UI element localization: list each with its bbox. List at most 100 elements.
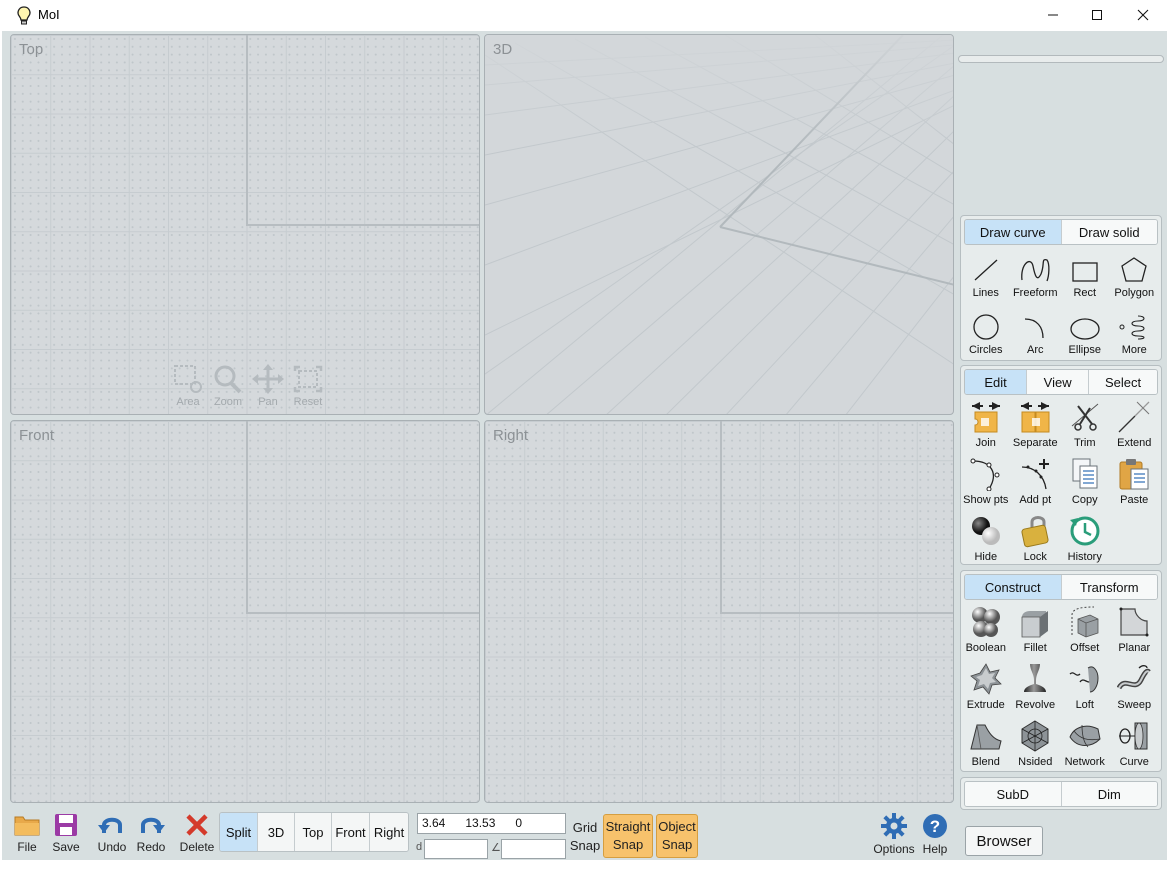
- tab-edit[interactable]: Edit: [965, 370, 1028, 394]
- nsided-tool[interactable]: Nsided: [1011, 714, 1061, 771]
- save-button[interactable]: Save: [44, 813, 88, 854]
- viewport-front[interactable]: Front: [10, 420, 480, 803]
- tool-label: Sweep: [1117, 699, 1152, 711]
- viewport-top[interactable]: Top Area Zoom Pan Reset: [10, 34, 480, 415]
- help-icon: ?: [923, 814, 947, 838]
- sweep-tool[interactable]: Sweep: [1110, 657, 1160, 714]
- separate-tool[interactable]: Separate: [1011, 395, 1061, 452]
- show-pts-tool[interactable]: Show pts: [961, 452, 1011, 509]
- boolean-tool[interactable]: Boolean: [961, 600, 1011, 657]
- lines-tool[interactable]: Lines: [961, 245, 1011, 302]
- options-label: Options: [873, 842, 915, 856]
- extrude-icon: [969, 663, 1002, 695]
- revolve-tool[interactable]: Revolve: [1011, 657, 1061, 714]
- construct-tools: Boolean Fillet Offset Planar Extrude Rev…: [961, 600, 1161, 771]
- add-pt-tool[interactable]: Add pt: [1011, 452, 1061, 509]
- loft-tool[interactable]: Loft: [1060, 657, 1110, 714]
- area-zoom-tool[interactable]: Area: [169, 363, 207, 408]
- extrude-tool[interactable]: Extrude: [961, 657, 1011, 714]
- planar-tool[interactable]: Planar: [1110, 600, 1160, 657]
- hide-tool[interactable]: Hide: [961, 509, 1011, 566]
- tab-view[interactable]: View: [1027, 370, 1090, 394]
- nsided-icon: [1021, 720, 1049, 752]
- viewport-right[interactable]: Right: [484, 420, 954, 803]
- viewport-3d[interactable]: 3D: [484, 34, 954, 415]
- tab-transform[interactable]: Transform: [1061, 575, 1157, 599]
- circles-tool[interactable]: Circles: [961, 302, 1011, 359]
- rect-tool[interactable]: Rect: [1060, 245, 1110, 302]
- coord-y: 13.53: [465, 816, 496, 830]
- angle-input[interactable]: [501, 839, 566, 859]
- distance-input[interactable]: [424, 839, 488, 859]
- redo-button[interactable]: Redo: [129, 813, 173, 854]
- undo-button[interactable]: Undo: [90, 813, 134, 854]
- close-button[interactable]: [1120, 0, 1166, 30]
- tool-label: Boolean: [965, 642, 1006, 654]
- coord-x: 3.64: [422, 816, 446, 830]
- arc-tool[interactable]: Arc: [1011, 302, 1061, 359]
- join-tool[interactable]: Join: [961, 395, 1011, 452]
- perspective-grid: [485, 35, 953, 414]
- maximize-button[interactable]: [1074, 0, 1120, 30]
- z-axis-line: [720, 421, 722, 613]
- delete-button[interactable]: Delete: [175, 813, 219, 854]
- rectangle-icon: [1072, 262, 1098, 282]
- file-button[interactable]: File: [5, 813, 49, 854]
- tab-subd[interactable]: SubD: [965, 782, 1062, 806]
- curve-tool[interactable]: Curve: [1110, 714, 1160, 771]
- freeform-tool[interactable]: Freeform: [1011, 245, 1061, 302]
- tab-draw-curve[interactable]: Draw curve: [965, 220, 1062, 244]
- tool-label: More: [1121, 344, 1147, 356]
- tool-label: Paste: [1120, 494, 1149, 506]
- tab-select[interactable]: Select: [1089, 370, 1157, 394]
- bottom-toolbar: File Save Undo Redo Delete Split 3D Top …: [2, 804, 957, 860]
- tab-construct[interactable]: Construct: [965, 575, 1062, 599]
- fillet-tool[interactable]: Fillet: [1011, 600, 1061, 657]
- tool-label: Blend: [971, 756, 1000, 768]
- view-3d-button[interactable]: 3D: [258, 813, 295, 851]
- view-split-button[interactable]: Split: [220, 813, 258, 851]
- object-snap-line2: Snap: [661, 837, 693, 852]
- browser-button[interactable]: Browser: [965, 826, 1043, 856]
- tab-draw-solid[interactable]: Draw solid: [1061, 220, 1157, 244]
- scene-browser-bar[interactable]: [958, 55, 1164, 63]
- help-button[interactable]: ? Help: [913, 813, 957, 856]
- zoom-tool[interactable]: Zoom: [209, 363, 247, 408]
- coordinate-readout: 3.64 13.53 0: [417, 813, 566, 834]
- subd-dim-panel: SubD Dim: [960, 777, 1162, 810]
- lightbulb-icon: [17, 6, 31, 25]
- view-front-button[interactable]: Front: [332, 813, 370, 851]
- extend-tool[interactable]: Extend: [1110, 395, 1160, 452]
- tool-label: Lines: [972, 287, 999, 299]
- tool-label: Planar: [1118, 642, 1151, 654]
- copy-tool[interactable]: Copy: [1060, 452, 1110, 509]
- show-points-icon: [970, 458, 1000, 491]
- grid-snap-toggle[interactable]: Grid Snap: [568, 819, 602, 855]
- blend-tool[interactable]: Blend: [961, 714, 1011, 771]
- minimize-button[interactable]: [1030, 0, 1076, 30]
- boolean-icon: [971, 607, 1000, 637]
- copy-icon: [1072, 458, 1098, 489]
- offset-tool[interactable]: Offset: [1060, 600, 1110, 657]
- tab-dim[interactable]: Dim: [1061, 782, 1157, 806]
- more-curves-tool[interactable]: More: [1110, 302, 1160, 359]
- delete-label: Delete: [179, 840, 215, 854]
- polygon-tool[interactable]: Polygon: [1110, 245, 1160, 302]
- add-point-icon: [1022, 459, 1050, 490]
- tool-label: Offset: [1070, 642, 1100, 654]
- view-right-button[interactable]: Right: [370, 813, 408, 851]
- distance-label: d: [416, 841, 423, 853]
- history-tool[interactable]: History: [1060, 509, 1110, 566]
- pan-tool[interactable]: Pan: [249, 363, 287, 408]
- tool-label: Freeform: [1012, 287, 1058, 299]
- view-top-button[interactable]: Top: [295, 813, 332, 851]
- trim-tool[interactable]: Trim: [1060, 395, 1110, 452]
- options-button[interactable]: Options: [872, 813, 916, 856]
- straight-snap-toggle[interactable]: Straight Snap: [603, 814, 653, 858]
- lock-tool[interactable]: Lock: [1011, 509, 1061, 566]
- network-tool[interactable]: Network: [1060, 714, 1110, 771]
- paste-tool[interactable]: Paste: [1110, 452, 1160, 509]
- object-snap-toggle[interactable]: Object Snap: [656, 814, 698, 858]
- ellipse-tool[interactable]: Ellipse: [1060, 302, 1110, 359]
- reset-tool[interactable]: Reset: [289, 363, 327, 408]
